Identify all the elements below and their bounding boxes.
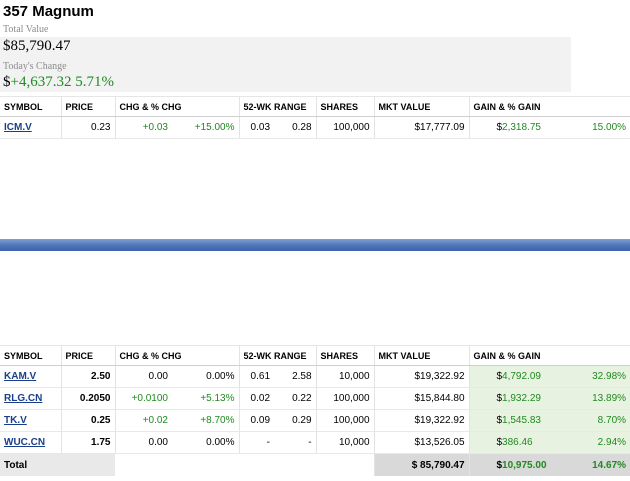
col-symbol[interactable]: SYMBOL	[0, 96, 61, 117]
range-high: -	[274, 431, 317, 454]
shares: 100,000	[315, 116, 375, 139]
col-52wk[interactable]: 52-WK RANGE	[238, 345, 317, 366]
symbol-link[interactable]: KAM.V	[4, 371, 36, 382]
shares: 10,000	[315, 365, 375, 388]
todays-change-label: Today's Change	[3, 61, 67, 72]
col-shares[interactable]: SHARES	[315, 96, 375, 117]
todays-change: $+4,637.32 5.71%	[3, 74, 114, 91]
mkt-value: $15,844.80	[373, 387, 470, 410]
gain-dollar: $	[468, 409, 503, 432]
chg-pct: +15.00%	[172, 116, 240, 139]
table-row: ICM.V 0.23 +0.03 +15.00% 0.03 0.28 100,0…	[0, 116, 630, 139]
total-gain-pct: 14.67%	[566, 453, 630, 476]
total-value: $85,790.47	[3, 38, 71, 54]
price: 0.2050	[60, 387, 115, 410]
price: 0.23	[60, 116, 115, 139]
total-row: Total $ 85,790.47 $ 10,975.00 14.67%	[0, 453, 630, 476]
col-shares[interactable]: SHARES	[315, 345, 375, 366]
gain-pct: 32.98%	[566, 365, 630, 388]
holdings-table-bottom: SYMBOL PRICE CHG & % CHG 52-WK RANGE SHA…	[0, 345, 630, 476]
gain: 2,318.75	[502, 116, 567, 139]
col-gain[interactable]: GAIN & % GAIN	[468, 96, 630, 117]
col-gain[interactable]: GAIN & % GAIN	[468, 345, 630, 366]
gain-dollar: $	[468, 387, 503, 410]
range-high: 0.28	[274, 116, 317, 139]
total-gain-dollar: $	[468, 453, 503, 476]
range-low: 0.61	[238, 365, 275, 388]
col-price[interactable]: PRICE	[60, 96, 115, 117]
chg-pct: +5.13%	[172, 387, 240, 410]
chg-pct: 0.00%	[172, 431, 240, 454]
price: 1.75	[60, 431, 115, 454]
shares: 100,000	[315, 387, 375, 410]
header-row: SYMBOL PRICE CHG & % CHG 52-WK RANGE SHA…	[0, 96, 630, 117]
range-high: 0.29	[274, 409, 317, 432]
gain: 386.46	[502, 431, 567, 454]
mkt-value: $17,777.09	[373, 116, 470, 139]
gain: 1,932.29	[502, 387, 567, 410]
holdings-table-top: SYMBOL PRICE CHG & % CHG 52-WK RANGE SHA…	[0, 96, 630, 139]
chg: 0.00	[114, 365, 172, 388]
gain-dollar: $	[468, 431, 503, 454]
gain-dollar: $	[468, 116, 503, 139]
col-chg[interactable]: CHG & % CHG	[114, 345, 240, 366]
symbol-link[interactable]: TK.V	[4, 415, 27, 426]
symbol-link[interactable]: RLG.CN	[4, 393, 42, 404]
total-mkt-value: $ 85,790.47	[373, 453, 470, 476]
total-label: Total	[0, 453, 115, 476]
col-52wk[interactable]: 52-WK RANGE	[238, 96, 317, 117]
table-row: TK.V 0.25 +0.02 +8.70% 0.09 0.29 100,000…	[0, 409, 630, 432]
gain: 4,792.09	[502, 365, 567, 388]
col-mkt-value[interactable]: MKT VALUE	[373, 345, 470, 366]
symbol-link[interactable]: WUC.CN	[4, 437, 45, 448]
chg: +0.0100	[114, 387, 172, 410]
todays-change-pct: 5.71%	[75, 74, 114, 90]
gain-pct: 8.70%	[566, 409, 630, 432]
chg: +0.02	[114, 409, 172, 432]
chg-pct: +8.70%	[172, 409, 240, 432]
table-row: RLG.CN 0.2050 +0.0100 +5.13% 0.02 0.22 1…	[0, 387, 630, 410]
todays-change-amount: +4,637.32	[10, 74, 72, 90]
total-gain: 10,975.00	[502, 453, 567, 476]
section-divider	[0, 239, 630, 251]
range-high: 0.22	[274, 387, 317, 410]
chg: +0.03	[114, 116, 172, 139]
gain: 1,545.83	[502, 409, 567, 432]
col-symbol[interactable]: SYMBOL	[0, 345, 61, 366]
gain-pct: 2.94%	[566, 431, 630, 454]
symbol-link[interactable]: ICM.V	[4, 122, 32, 133]
table-row: KAM.V 2.50 0.00 0.00% 0.61 2.58 10,000 $…	[0, 365, 630, 388]
mkt-value: $13,526.05	[373, 431, 470, 454]
todays-change-dollar: $	[3, 74, 11, 90]
price: 2.50	[60, 365, 115, 388]
total-value-label: Total Value	[3, 24, 49, 35]
col-chg[interactable]: CHG & % CHG	[114, 96, 240, 117]
range-low: -	[238, 431, 275, 454]
gain-pct: 13.89%	[566, 387, 630, 410]
portfolio-summary: Total Value $85,790.47 Today's Change $+…	[0, 24, 571, 92]
chg-pct: 0.00%	[172, 365, 240, 388]
range-low: 0.03	[238, 116, 275, 139]
chg: 0.00	[114, 431, 172, 454]
range-low: 0.09	[238, 409, 275, 432]
shares: 10,000	[315, 431, 375, 454]
mkt-value: $19,322.92	[373, 365, 470, 388]
range-low: 0.02	[238, 387, 275, 410]
table-row: WUC.CN 1.75 0.00 0.00% - - 10,000 $13,52…	[0, 431, 630, 454]
col-mkt-value[interactable]: MKT VALUE	[373, 96, 470, 117]
shares: 100,000	[315, 409, 375, 432]
gain-pct: 15.00%	[566, 116, 630, 139]
portfolio-title: 357 Magnum	[3, 3, 94, 20]
gain-dollar: $	[468, 365, 503, 388]
header-row: SYMBOL PRICE CHG & % CHG 52-WK RANGE SHA…	[0, 345, 630, 366]
col-price[interactable]: PRICE	[60, 345, 115, 366]
mkt-value: $19,322.92	[373, 409, 470, 432]
price: 0.25	[60, 409, 115, 432]
range-high: 2.58	[274, 365, 317, 388]
